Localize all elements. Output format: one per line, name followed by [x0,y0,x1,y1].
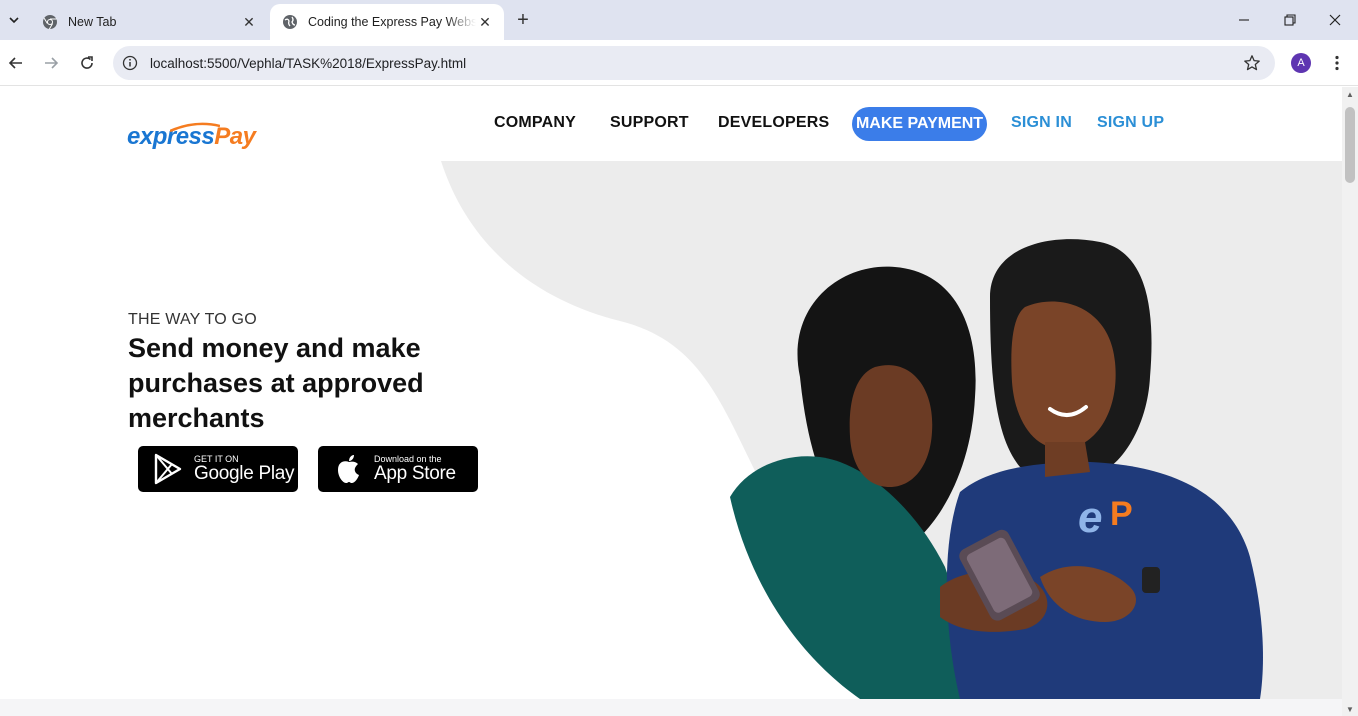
address-bar[interactable]: localhost:5500/Vephla/TASK%2018/ExpressP… [113,46,1275,80]
hero-eyebrow: THE WAY TO GO [128,311,257,328]
site-header: expressPay COMPANY SUPPORT DEVELOPERS MA… [0,87,1342,161]
restore-icon[interactable] [1267,0,1313,40]
sign-up-link[interactable]: SIGN UP [1097,114,1164,132]
tab-search-button[interactable] [4,9,24,31]
page-viewport: expressPay COMPANY SUPPORT DEVELOPERS MA… [0,87,1342,716]
google-play-big-text: Google Play [194,463,295,484]
apple-icon [338,455,359,483]
hero-headline: Send money and make purchases at approve… [128,333,424,433]
info-icon[interactable] [122,55,138,71]
plus-icon[interactable]: + [512,9,534,31]
bottom-strip [0,699,1342,716]
close-window-icon[interactable] [1312,0,1358,40]
forward-arrow-icon[interactable] [39,51,63,75]
app-store-button[interactable]: Download on the App Store [318,446,478,492]
page-scrollbar[interactable]: ▲ ▼ [1342,87,1358,716]
reload-icon[interactable] [75,51,99,75]
tab-express-pay[interactable]: Coding the Express Pay Website ✕ [270,4,504,40]
browser-toolbar: localhost:5500/Vephla/TASK%2018/ExpressP… [0,40,1358,86]
logo-swoosh [170,122,220,132]
hero-people-image: e P [730,239,1263,699]
scroll-down-arrow-icon[interactable]: ▼ [1346,706,1354,714]
chrome-icon [43,15,57,30]
globe-icon [283,15,297,29]
make-payment-button[interactable]: MAKE PAYMENT [852,107,987,141]
chevron-down-icon [9,17,19,24]
scroll-thumb[interactable] [1345,107,1355,183]
logo-pay: Pay [214,123,256,150]
star-icon[interactable] [1243,54,1261,72]
avatar-initial: A [1297,57,1305,69]
back-arrow-icon[interactable] [4,51,28,75]
make-payment-label: MAKE PAYMENT [855,115,984,132]
nav-company[interactable]: COMPANY [494,114,576,132]
minimize-icon[interactable] [1221,0,1267,40]
google-play-icon [154,453,182,485]
shirt-logo-p: P [1110,495,1133,533]
scroll-up-arrow-icon[interactable]: ▲ [1346,91,1354,99]
avatar[interactable]: A [1291,53,1311,73]
app-store-big-text: App Store [374,463,456,484]
nav-support[interactable]: SUPPORT [610,114,689,132]
close-icon[interactable]: ✕ [240,13,258,31]
tab-strip: New Tab ✕ Coding the Express Pay Website… [0,0,1358,40]
tab-title: Coding the Express Pay Website [308,15,476,29]
google-play-button[interactable]: GET IT ON Google Play [138,446,298,492]
sign-in-link[interactable]: SIGN IN [1011,114,1072,132]
nav-developers[interactable]: DEVELOPERS [718,114,829,132]
more-vert-icon[interactable] [1328,52,1346,74]
tab-title: New Tab [68,15,117,29]
close-icon[interactable]: ✕ [476,13,494,31]
tab-new-tab[interactable]: New Tab ✕ [30,4,268,40]
url-text: localhost:5500/Vephla/TASK%2018/ExpressP… [150,55,467,71]
shirt-logo-e: e [1078,493,1102,542]
